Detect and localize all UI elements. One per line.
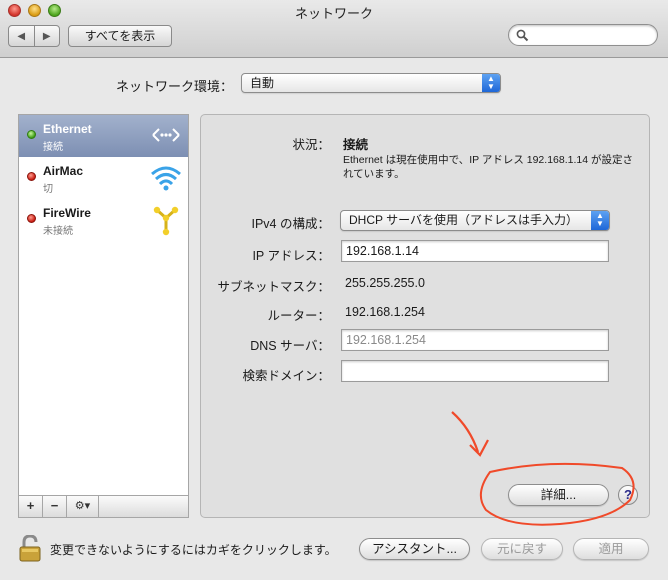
back-forward-control: ◀ ▶	[8, 25, 60, 47]
subnet-mask-label: サブネットマスク：	[217, 280, 330, 294]
chevron-left-icon: ◀	[17, 30, 26, 42]
service-status: 未接続	[43, 226, 73, 237]
location-value: 自動	[250, 76, 275, 90]
gear-action-button[interactable]: ⚙▾	[67, 496, 99, 517]
service-status: 切	[43, 184, 53, 195]
advanced-button[interactable]: 詳細...	[508, 484, 609, 506]
network-preferences-window: ネットワーク ◀ ▶ すべてを表示 ネットワーク環境： 自動 ▲ ▼ Ethern…	[0, 0, 668, 580]
lock-icon[interactable]	[18, 534, 42, 566]
ipv4-configure-popup[interactable]: DHCP サーバを使用（アドレスは手入力） ▲ ▼	[340, 210, 610, 231]
dns-server-label: DNS サーバ：	[250, 339, 330, 353]
service-item-firewire[interactable]: FireWire 未接続	[19, 199, 188, 241]
location-popup[interactable]: 自動 ▲ ▼	[241, 73, 501, 93]
router-value: 192.168.1.254	[345, 305, 425, 319]
status-description: Ethernet は現在使用中で、IP アドレス 192.168.1.14 が設…	[343, 154, 633, 180]
service-name: Ethernet	[43, 122, 92, 136]
remove-service-button[interactable]: −	[43, 496, 67, 517]
status-indicator-icon	[27, 172, 36, 181]
search-icon	[516, 29, 529, 45]
popup-arrows-icon: ▲ ▼	[482, 74, 500, 92]
location-label: ネットワーク環境：	[116, 79, 234, 94]
back-button[interactable]: ◀	[9, 26, 34, 46]
ipv4-label: IPv4 の構成：	[251, 217, 331, 231]
search-field[interactable]	[508, 24, 658, 46]
status-indicator-icon	[27, 214, 36, 223]
forward-button[interactable]: ▶	[33, 26, 60, 46]
service-status: 接続	[43, 142, 63, 153]
ip-address-field[interactable]: 192.168.1.14	[341, 240, 609, 262]
chevron-right-icon: ▶	[42, 30, 51, 42]
ethernet-icon	[150, 122, 182, 151]
revert-button[interactable]: 元に戻す	[481, 538, 563, 560]
assistant-button[interactable]: アシスタント...	[359, 538, 470, 560]
apply-button[interactable]: 適用	[573, 538, 649, 560]
service-item-ethernet[interactable]: Ethernet 接続	[19, 115, 188, 157]
search-domain-field[interactable]	[341, 360, 609, 382]
wifi-icon	[150, 164, 182, 195]
service-name: AirMac	[43, 164, 84, 178]
lock-instruction-text: 変更できないようにするにはカギをクリックします。	[50, 543, 337, 557]
service-item-airmac[interactable]: AirMac 切	[19, 157, 188, 199]
status-value: 接続	[343, 138, 369, 152]
help-button[interactable]: ?	[618, 485, 638, 505]
ipv4-value: DHCP サーバを使用（アドレスは手入力）	[349, 213, 579, 227]
status-indicator-icon	[27, 130, 36, 139]
window-title: ネットワーク	[294, 6, 373, 21]
firewire-icon	[150, 206, 182, 239]
title-bar: ネットワーク ◀ ▶ すべてを表示	[0, 0, 668, 58]
ip-address-label: IP アドレス：	[252, 249, 330, 263]
add-service-button[interactable]: +	[19, 496, 43, 517]
show-all-button[interactable]: すべてを表示	[68, 25, 172, 47]
popup-arrows-icon: ▲ ▼	[591, 211, 609, 230]
status-label: 状況：	[292, 138, 330, 152]
service-list: Ethernet 接続 AirMac 切 FireWire 未接続	[18, 114, 189, 518]
router-label: ルーター：	[267, 309, 330, 323]
service-name: FireWire	[43, 206, 91, 220]
search-domain-label: 検索ドメイン：	[242, 369, 330, 383]
service-list-toolbar: + − ⚙▾	[18, 495, 189, 518]
dns-server-field[interactable]: 192.168.1.254	[341, 329, 609, 351]
subnet-mask-value: 255.255.255.0	[345, 276, 425, 290]
